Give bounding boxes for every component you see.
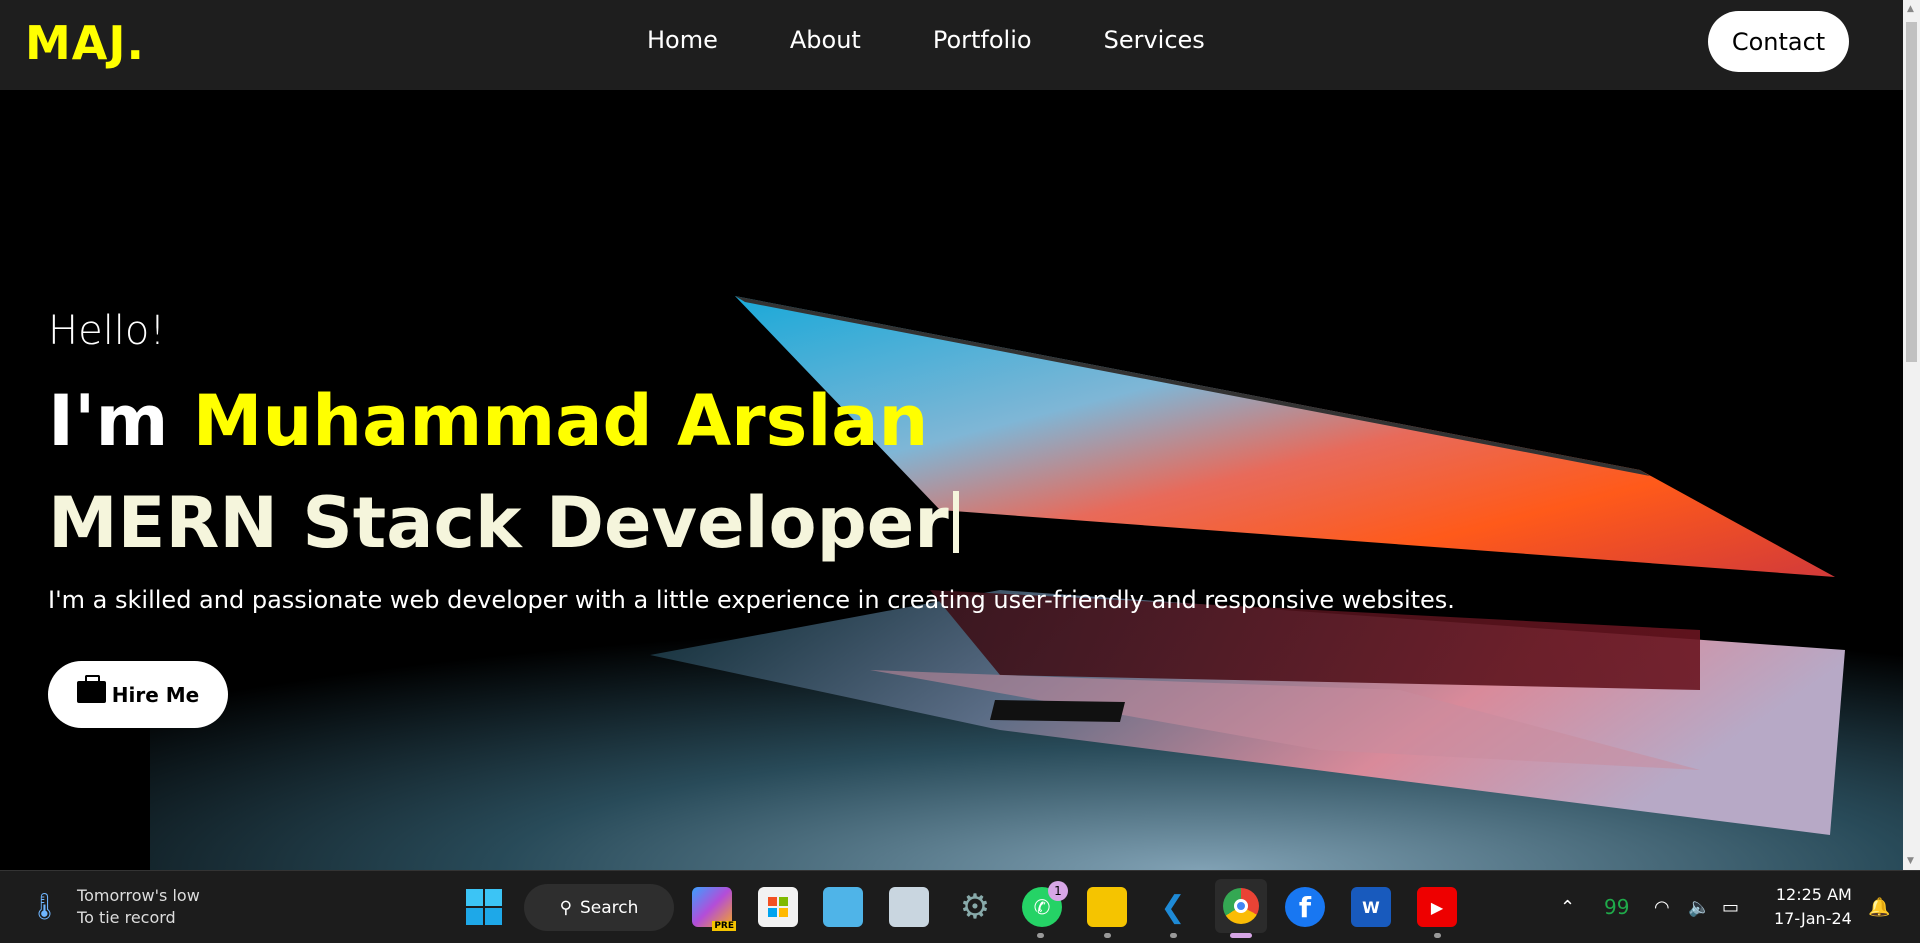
file-explorer-icon[interactable] [1087, 887, 1127, 927]
running-indicator [1170, 933, 1177, 938]
hire-me-label: Hire Me [111, 682, 200, 707]
hero-section: Hello! I'm Muhammad Arslan MERN Stack De… [0, 90, 1903, 870]
scrollbar-thumb[interactable] [1906, 22, 1917, 362]
youtube-icon[interactable]: ▶ [1417, 887, 1457, 927]
taskbar-search[interactable]: ⚲ Search [524, 884, 674, 931]
running-indicator [1104, 933, 1111, 938]
clock-time: 12:25 AM [1775, 885, 1852, 904]
microsoft-store-icon[interactable] [758, 887, 798, 927]
scroll-up-icon[interactable]: ▲ [1907, 4, 1914, 14]
hire-me-button[interactable]: Hire Me [48, 661, 228, 728]
intro-text: I'm [48, 380, 193, 462]
typed-role: MERN Stack Developer [48, 482, 959, 564]
chrome-icon[interactable] [1215, 879, 1267, 933]
nav-services[interactable]: Services [1104, 26, 1205, 54]
developer-name: Muhammad Arslan [192, 380, 929, 462]
facebook-icon[interactable]: f [1285, 887, 1325, 927]
scroll-down-icon[interactable]: ▼ [1907, 856, 1914, 866]
weather-widget[interactable]: 🌡 Tomorrow's low To tie record [28, 885, 200, 929]
hero-heading: I'm Muhammad Arslan [48, 380, 928, 462]
resource-monitor-icon[interactable] [889, 887, 929, 927]
role-text: MERN Stack Developer [48, 482, 949, 564]
copilot-icon[interactable]: PRE [692, 887, 736, 931]
weather-line1: Tomorrow's low [77, 886, 200, 905]
word-icon[interactable]: W [1351, 887, 1391, 927]
nav-about[interactable]: About [790, 26, 861, 54]
nav-portfolio[interactable]: Portfolio [933, 26, 1032, 54]
typing-cursor [952, 491, 959, 553]
windows-taskbar: 🌡 Tomorrow's low To tie record ⚲ Search PR… [0, 870, 1920, 943]
copilot-badge: PRE [712, 921, 736, 931]
whatsapp-badge: 1 [1048, 881, 1068, 901]
thermometer-icon: 🌡 [28, 892, 62, 922]
volume-icon[interactable]: 🔈 [1688, 871, 1710, 943]
settings-gear-icon[interactable]: ⚙ [955, 887, 995, 927]
tray-counter[interactable]: 99 [1604, 871, 1629, 943]
contact-button[interactable]: Contact [1708, 11, 1849, 72]
greeting: Hello! [48, 308, 166, 354]
clock-date: 17-Jan-24 [1774, 909, 1852, 928]
wifi-icon[interactable]: ◠ [1654, 871, 1670, 943]
running-indicator [1434, 933, 1441, 938]
hero-description: I'm a skilled and passionate web develop… [48, 586, 1455, 614]
active-indicator [1230, 933, 1252, 938]
briefcase-icon [76, 674, 106, 703]
weather-line2: To tie record [77, 908, 176, 927]
search-icon: ⚲ [559, 897, 573, 918]
running-indicator [1037, 933, 1044, 938]
nav-home[interactable]: Home [647, 26, 718, 54]
show-hidden-icons[interactable]: ⌃ [1560, 871, 1575, 943]
page-scrollbar[interactable]: ▲ ▼ [1903, 0, 1920, 870]
whatsapp-icon[interactable]: ✆ 1 [1022, 881, 1068, 927]
site-header: MAJ. Home About Portfolio Services Conta… [0, 0, 1903, 90]
vscode-icon[interactable]: ❮ [1153, 887, 1193, 927]
control-panel-icon[interactable] [823, 887, 863, 927]
battery-icon[interactable]: ▭ [1722, 871, 1739, 943]
windows-start-icon[interactable] [464, 887, 504, 927]
search-label: Search [580, 897, 639, 918]
logo[interactable]: MAJ. [25, 16, 145, 70]
laptop-background-image [0, 90, 1903, 870]
taskbar-clock[interactable]: 12:25 AM 17-Jan-24 [1774, 883, 1852, 931]
main-nav: Home About Portfolio Services [647, 26, 1205, 54]
notification-bell-icon[interactable]: 🔔 [1868, 871, 1890, 943]
